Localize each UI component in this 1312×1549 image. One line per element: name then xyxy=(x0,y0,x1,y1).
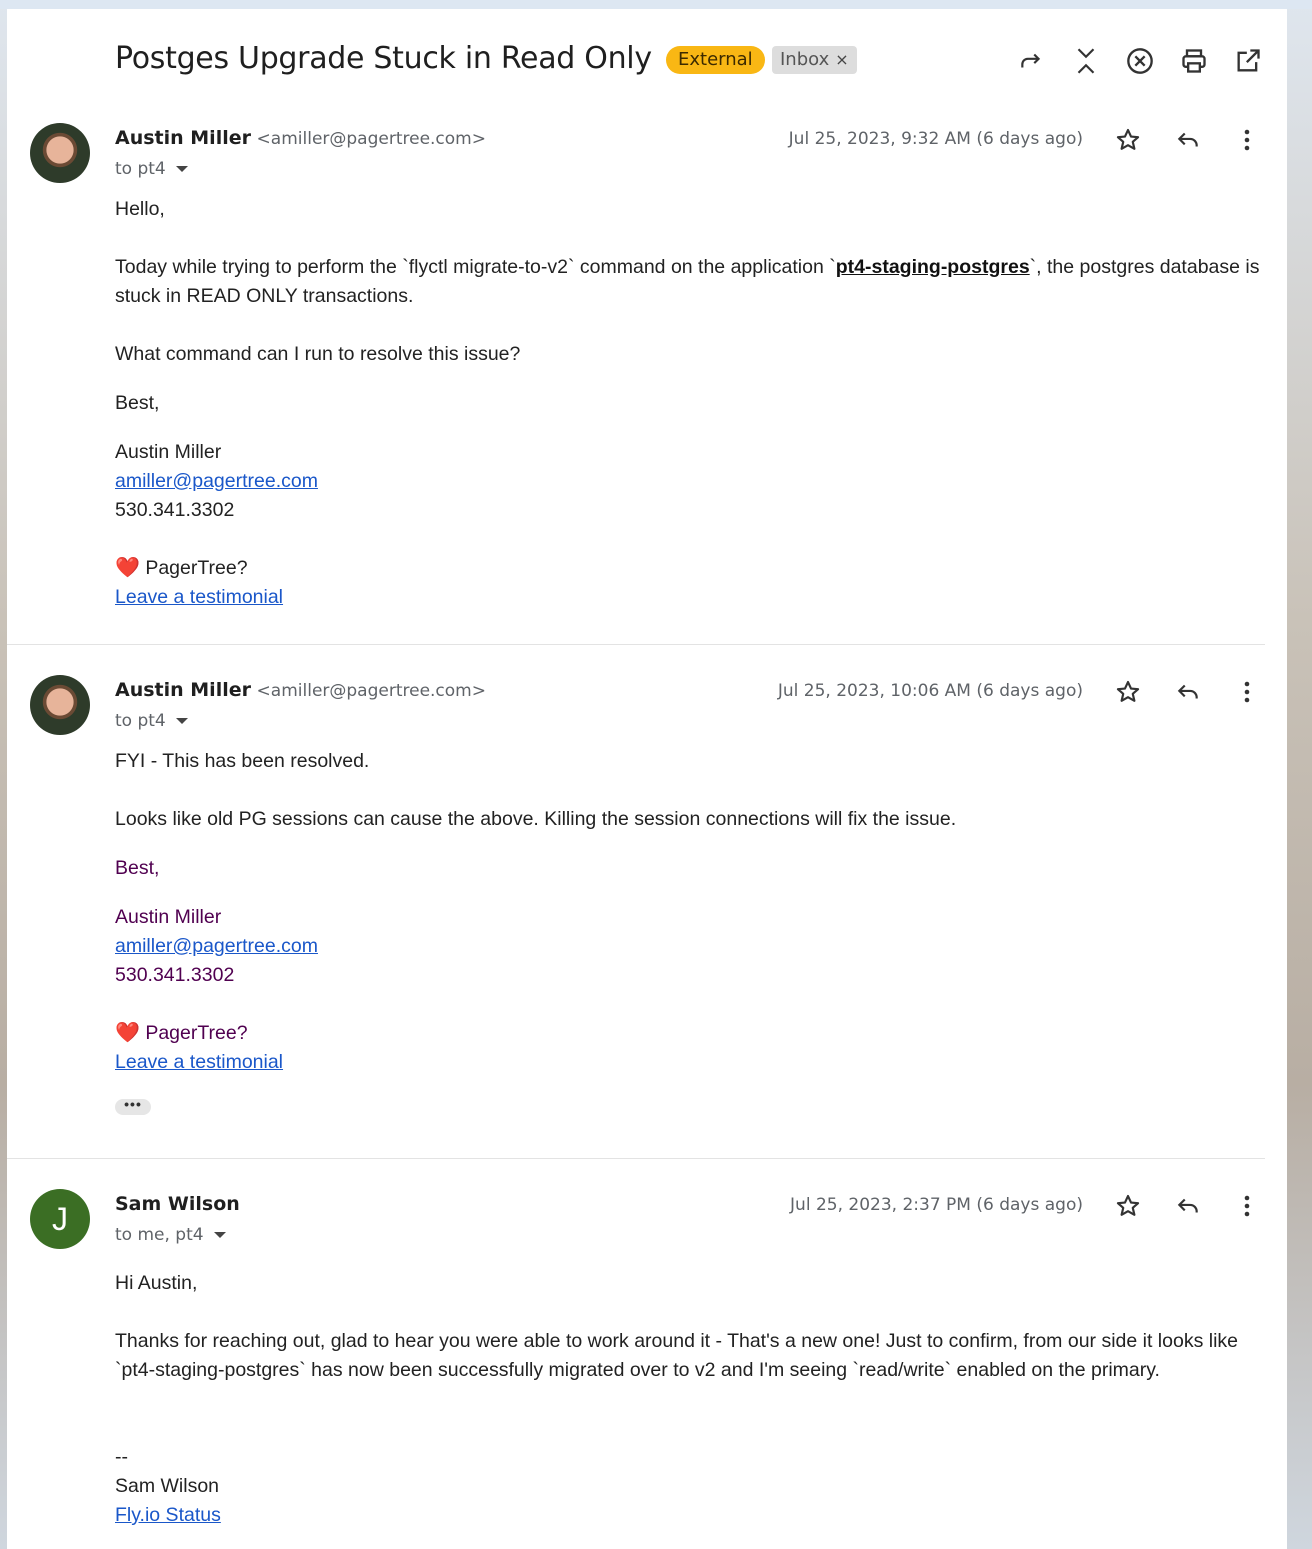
message-1: Austin Miller <amiller@pagertree.com> to… xyxy=(7,109,1287,644)
recipients-text: to pt4 xyxy=(115,711,166,731)
sender: Sam Wilson xyxy=(115,1193,240,1216)
signature-name: Austin Miller xyxy=(115,906,222,928)
avatar[interactable] xyxy=(30,675,90,735)
message-date: Jul 25, 2023, 9:32 AM (6 days ago) xyxy=(788,129,1083,149)
body-paragraph: Looks like old PG sessions can cause the… xyxy=(115,808,957,830)
recipients[interactable]: to pt4 xyxy=(115,711,188,731)
pagertree-text: PagerTree? xyxy=(145,1022,248,1044)
body-paragraph: What command can I run to resolve this i… xyxy=(115,343,521,365)
chevron-down-icon[interactable] xyxy=(213,1232,226,1238)
greeting: Hello, xyxy=(115,198,165,220)
message-date: Jul 25, 2023, 10:06 AM (6 days ago) xyxy=(777,681,1083,701)
open-new-window-icon[interactable] xyxy=(1232,45,1264,77)
forward-all-icon[interactable] xyxy=(1015,45,1047,77)
body-paragraph: Today while trying to perform the `flyct… xyxy=(115,253,1265,311)
signature-email-link[interactable]: amiller@pagertree.com xyxy=(115,470,318,492)
signature-phone: 530.341.3302 xyxy=(115,499,235,521)
inbox-label[interactable]: Inbox × xyxy=(772,46,857,74)
reply-icon[interactable] xyxy=(1172,676,1204,708)
body-paragraph: FYI - This has been resolved. xyxy=(115,750,370,772)
avatar[interactable]: J xyxy=(30,1189,90,1249)
body-text: Today while trying to perform the `flyct… xyxy=(115,256,836,278)
signature-name: Austin Miller xyxy=(115,441,222,463)
recipients[interactable]: to pt4 xyxy=(115,159,188,179)
sender-name[interactable]: Sam Wilson xyxy=(115,1193,240,1215)
close-circle-icon[interactable] xyxy=(1124,45,1156,77)
app-name: pt4-staging-postgres xyxy=(835,256,1030,278)
heart-icon: ❤️ xyxy=(115,557,140,579)
message-body: Hi Austin, Thanks for reaching out, glad… xyxy=(115,1269,1265,1530)
sender-name[interactable]: Austin Miller xyxy=(115,127,251,149)
message-date: Jul 25, 2023, 2:37 PM (6 days ago) xyxy=(790,1195,1083,1215)
body-paragraph: Thanks for reaching out, glad to hear yo… xyxy=(115,1330,1239,1381)
star-icon[interactable] xyxy=(1112,124,1144,156)
closing: Best, xyxy=(115,857,160,879)
chevron-down-icon[interactable] xyxy=(175,166,188,172)
sender: Austin Miller <amiller@pagertree.com> xyxy=(115,127,486,150)
external-label: External xyxy=(666,46,765,74)
inbox-label-text: Inbox xyxy=(780,49,830,70)
thread-subject: Postges Upgrade Stuck in Read Only xyxy=(115,41,652,76)
more-vert-icon[interactable] xyxy=(1231,1190,1263,1222)
reply-icon[interactable] xyxy=(1172,1190,1204,1222)
signature-dash: -- xyxy=(115,1446,128,1468)
print-icon[interactable] xyxy=(1178,45,1210,77)
reply-icon[interactable] xyxy=(1172,124,1204,156)
recipients[interactable]: to me, pt4 xyxy=(115,1225,226,1245)
testimonial-link[interactable]: Leave a testimonial xyxy=(115,586,283,608)
pagertree-text: PagerTree? xyxy=(145,557,248,579)
sender-email: <amiller@pagertree.com> xyxy=(256,681,486,701)
star-icon[interactable] xyxy=(1112,676,1144,708)
more-vert-icon[interactable] xyxy=(1231,124,1263,156)
message-body: FYI - This has been resolved. Looks like… xyxy=(115,747,1265,1118)
star-icon[interactable] xyxy=(1112,1190,1144,1222)
message-3: J Sam Wilson to me, pt4 Jul 25, 2023, 2:… xyxy=(7,1175,1287,1549)
browser-top-strip xyxy=(0,0,1312,9)
more-vert-icon[interactable] xyxy=(1231,676,1263,708)
chevron-down-icon[interactable] xyxy=(175,718,188,724)
collapse-icon[interactable] xyxy=(1070,45,1102,77)
message-2: Austin Miller <amiller@pagertree.com> to… xyxy=(7,661,1287,1156)
recipients-text: to me, pt4 xyxy=(115,1225,204,1245)
message-divider xyxy=(7,1158,1265,1159)
email-thread-panel: Postges Upgrade Stuck in Read Only Exter… xyxy=(7,9,1287,1549)
signature-phone: 530.341.3302 xyxy=(115,964,235,986)
thread-header: Postges Upgrade Stuck in Read Only Exter… xyxy=(7,9,1287,109)
sender-email: <amiller@pagertree.com> xyxy=(256,129,486,149)
message-divider xyxy=(7,644,1265,645)
status-link[interactable]: Fly.io Status xyxy=(115,1504,221,1526)
sender-name[interactable]: Austin Miller xyxy=(115,679,251,701)
testimonial-link[interactable]: Leave a testimonial xyxy=(115,1051,283,1073)
signature-email-link[interactable]: amiller@pagertree.com xyxy=(115,935,318,957)
closing: Best, xyxy=(115,392,160,414)
show-trimmed-content-button[interactable]: ••• xyxy=(115,1097,151,1115)
signature-name: Sam Wilson xyxy=(115,1475,220,1497)
recipients-text: to pt4 xyxy=(115,159,166,179)
sender: Austin Miller <amiller@pagertree.com> xyxy=(115,679,486,702)
greeting: Hi Austin, xyxy=(115,1272,198,1294)
remove-label-icon[interactable]: × xyxy=(835,50,848,69)
heart-icon: ❤️ xyxy=(115,1022,140,1044)
avatar[interactable] xyxy=(30,123,90,183)
message-body: Hello, Today while trying to perform the… xyxy=(115,195,1265,612)
